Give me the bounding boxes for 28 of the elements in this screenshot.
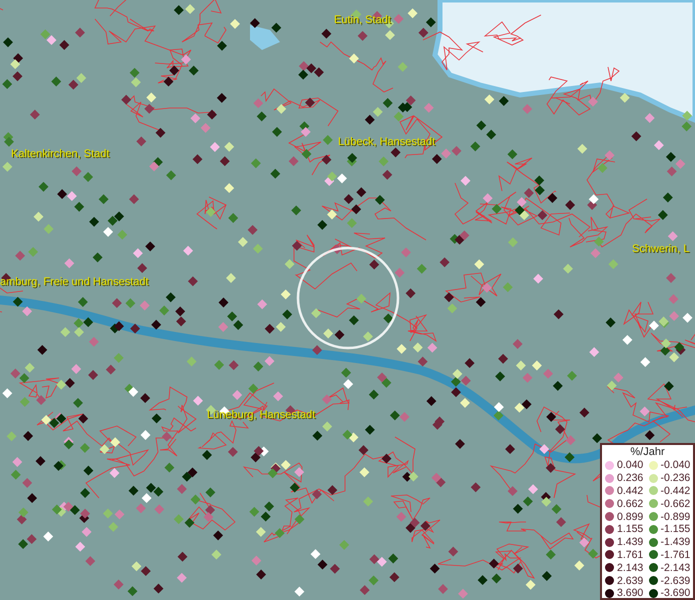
place-label: Eutin, Stadt: [334, 14, 391, 27]
legend-value: 1.761: [617, 548, 644, 561]
legend-value: -0.442: [660, 484, 690, 497]
legend-value: -1.439: [660, 536, 690, 548]
legend-value: 0.662: [617, 498, 644, 510]
legend-value: -2.143: [660, 562, 690, 574]
lake-area: [250, 25, 280, 50]
legend-value: 2.639: [617, 574, 644, 587]
legend-value: -0.236: [660, 472, 690, 484]
legend-value: 1.155: [617, 523, 644, 536]
legend-value: 2.143: [617, 562, 644, 574]
legend-value: -0.899: [660, 510, 690, 523]
legend-value: 0.442: [617, 484, 644, 497]
legend-value: 0.040: [617, 459, 644, 472]
legend-value: -1.761: [660, 548, 690, 561]
legend-value: -0.662: [660, 498, 690, 510]
place-label: Kaltenkirchen, Stadt: [11, 148, 110, 161]
legend-title: %/Jahr: [629, 446, 666, 459]
legend-value: -2.639: [660, 574, 690, 587]
legend-value: 1.439: [617, 536, 644, 548]
legend-value: -0.040: [660, 459, 690, 472]
legend-value: 3.690: [617, 587, 644, 600]
legend-value: -1.155: [660, 523, 690, 536]
place-label: Schwerin, L: [632, 243, 690, 256]
legend-value: -3.690: [660, 587, 690, 600]
legend-value: 0.899: [617, 510, 644, 523]
place-label: amburg, Freie und Hansestadt: [0, 276, 149, 289]
legend-value: 0.236: [617, 472, 644, 484]
